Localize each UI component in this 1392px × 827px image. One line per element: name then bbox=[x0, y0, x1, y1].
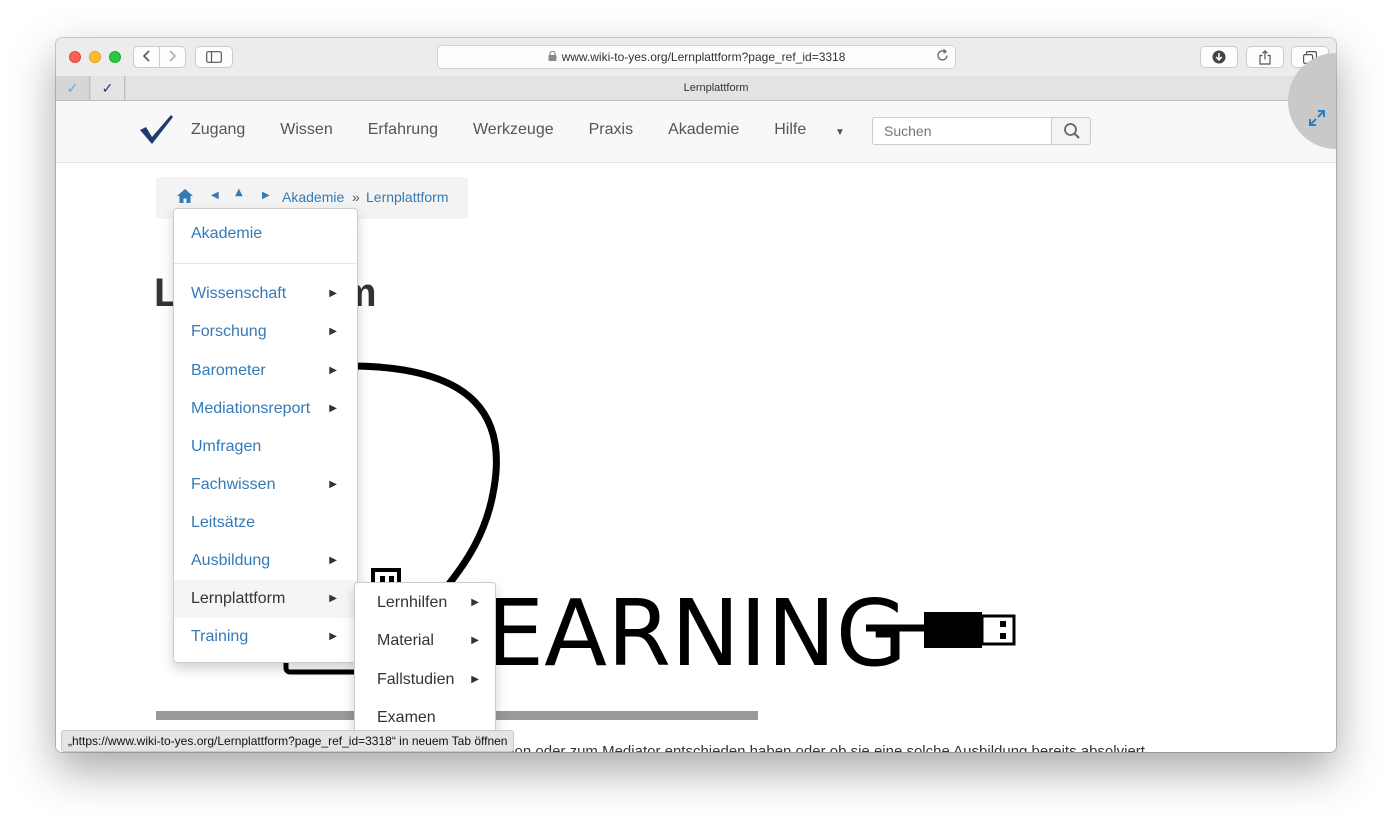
home-icon[interactable] bbox=[176, 188, 194, 209]
caret-right-icon: ▶ bbox=[471, 597, 479, 608]
submenu-item-material[interactable]: Material ▶ bbox=[355, 622, 495, 660]
nav-item-zugang[interactable]: Zugang bbox=[191, 121, 245, 139]
dropdown-item-lernplattform[interactable]: Lernplattform ▶ bbox=[174, 580, 357, 618]
submenu-item-fallstudien[interactable]: Fallstudien ▶ bbox=[355, 661, 495, 699]
submenu-item-lernhilfen[interactable]: Lernhilfen ▶ bbox=[355, 584, 495, 622]
caret-right-icon: ▶ bbox=[329, 479, 337, 490]
breadcrumb-item-akademie[interactable]: Akademie bbox=[282, 189, 344, 205]
search-button[interactable] bbox=[1051, 117, 1091, 145]
pinned-tab[interactable]: ✓ bbox=[56, 76, 90, 100]
dropdown-item-label: Lernplattform bbox=[191, 590, 286, 607]
caret-right-icon: ▶ bbox=[329, 593, 337, 604]
akademie-dropdown-menu: Akademie Wissenschaft ▶ Forschung ▶ Barome… bbox=[173, 208, 358, 663]
reload-icon[interactable] bbox=[936, 48, 949, 65]
checkmark-icon: ✓ bbox=[66, 79, 79, 96]
dropdown-item-fachwissen[interactable]: Fachwissen ▶ bbox=[174, 466, 357, 504]
search-icon bbox=[1064, 123, 1080, 139]
page-content: ◀ ▲ ▶ Akademie » Lernplattform Lrm EARNI… bbox=[56, 163, 1336, 752]
share-button[interactable] bbox=[1246, 46, 1284, 68]
lock-icon bbox=[548, 50, 557, 64]
caret-right-icon: ▶ bbox=[471, 674, 479, 685]
back-icon[interactable] bbox=[134, 49, 159, 65]
tab-bar: ✓ ✓ Lernplattform + bbox=[56, 76, 1336, 101]
checkmark-icon: ✓ bbox=[101, 79, 114, 96]
dropdown-item-label: Wissenschaft bbox=[191, 285, 287, 302]
back-forward-group bbox=[133, 46, 186, 68]
forward-icon[interactable] bbox=[160, 49, 185, 65]
site-logo-checkmark-icon[interactable] bbox=[138, 113, 174, 151]
submenu-item-label: Fallstudien bbox=[377, 671, 455, 688]
dropdown-item-mediationsreport[interactable]: Mediationsreport ▶ bbox=[174, 390, 357, 428]
caret-right-icon[interactable]: ▶ bbox=[262, 190, 270, 201]
pinned-tab-active[interactable]: ✓ bbox=[91, 76, 125, 100]
submenu-item-label: Examen bbox=[377, 709, 436, 726]
dropdown-item-barometer[interactable]: Barometer ▶ bbox=[174, 352, 357, 390]
active-tab-title[interactable]: Lernplattform bbox=[126, 76, 1306, 100]
dropdown-divider bbox=[174, 263, 357, 264]
sidebar-button[interactable] bbox=[195, 46, 233, 68]
download-icon bbox=[1212, 50, 1226, 64]
nav-item-praxis[interactable]: Praxis bbox=[589, 121, 633, 139]
dropdown-item-label: Ausbildung bbox=[191, 552, 271, 569]
dropdown-item-forschung[interactable]: Forschung ▶ bbox=[174, 313, 357, 351]
main-nav: Zugang Wissen Erfahrung Werkzeuge Praxis… bbox=[191, 121, 841, 139]
sidebar-icon bbox=[206, 51, 222, 63]
dropdown-item-label: Mediationsreport bbox=[191, 400, 311, 417]
nav-item-wissen[interactable]: Wissen bbox=[280, 121, 332, 139]
caret-right-icon: ▶ bbox=[329, 631, 337, 642]
caret-right-icon: ▶ bbox=[329, 288, 337, 299]
caret-right-icon: ▶ bbox=[329, 365, 337, 376]
caret-right-icon: ▶ bbox=[471, 635, 479, 646]
url-text: www.wiki-to-yes.org/Lernplattform?page_r… bbox=[561, 50, 846, 64]
caret-down-icon[interactable]: ▼ bbox=[835, 127, 845, 138]
dropdown-item-label: Barometer bbox=[191, 362, 266, 379]
nav-item-akademie[interactable]: Akademie bbox=[668, 121, 739, 139]
caret-right-icon: ▶ bbox=[329, 555, 337, 566]
dropdown-header-akademie[interactable]: Akademie bbox=[174, 215, 357, 253]
dropdown-item-label: Training bbox=[191, 628, 249, 645]
browser-window: www.wiki-to-yes.org/Lernplattform?page_r… bbox=[56, 38, 1336, 752]
breadcrumb-separator: » bbox=[352, 189, 360, 205]
caret-left-icon[interactable]: ◀ bbox=[211, 190, 219, 201]
dropdown-item-label: Umfragen bbox=[191, 438, 262, 455]
nav-item-hilfe[interactable]: Hilfe bbox=[774, 121, 806, 139]
expand-icon[interactable] bbox=[1308, 109, 1326, 131]
address-bar[interactable]: www.wiki-to-yes.org/Lernplattform?page_r… bbox=[437, 45, 956, 69]
zoom-window-button[interactable] bbox=[109, 51, 121, 63]
title-bar: www.wiki-to-yes.org/Lernplattform?page_r… bbox=[56, 38, 1336, 77]
link-status-bar: „https://www.wiki-to-yes.org/Lernplattfo… bbox=[61, 730, 515, 752]
dropdown-item-ausbildung[interactable]: Ausbildung ▶ bbox=[174, 542, 357, 580]
site-header: Zugang Wissen Erfahrung Werkzeuge Praxis… bbox=[56, 53, 1336, 163]
dropdown-item-training[interactable]: Training ▶ bbox=[174, 618, 357, 656]
image-word: EARNING bbox=[486, 580, 907, 687]
share-icon bbox=[1259, 49, 1271, 65]
dropdown-item-label: Fachwissen bbox=[191, 476, 276, 493]
search-input[interactable] bbox=[872, 117, 1052, 145]
caret-right-icon: ▶ bbox=[329, 403, 337, 414]
dropdown-item-umfragen[interactable]: Umfragen bbox=[174, 428, 357, 466]
nav-item-erfahrung[interactable]: Erfahrung bbox=[368, 121, 438, 139]
nav-item-werkzeuge[interactable]: Werkzeuge bbox=[473, 121, 554, 139]
dropdown-item-wissenschaft[interactable]: Wissenschaft ▶ bbox=[174, 275, 357, 313]
caret-right-icon: ▶ bbox=[329, 326, 337, 337]
close-window-button[interactable] bbox=[69, 51, 81, 63]
submenu-item-label: Lernhilfen bbox=[377, 594, 448, 611]
dropdown-item-leitsaetze[interactable]: Leitsätze bbox=[174, 504, 357, 542]
breadcrumb-item-lernplattform[interactable]: Lernplattform bbox=[366, 189, 448, 205]
minimize-window-button[interactable] bbox=[89, 51, 101, 63]
submenu-item-label: Material bbox=[377, 632, 434, 649]
download-button[interactable] bbox=[1200, 46, 1238, 68]
caret-up-icon[interactable]: ▲ bbox=[235, 187, 243, 198]
lernplattform-submenu: Lernhilfen ▶ Material ▶ Fallstudien ▶ Exame… bbox=[354, 582, 496, 752]
dropdown-item-label: Forschung bbox=[191, 323, 267, 340]
dropdown-item-label: Leitsätze bbox=[191, 514, 256, 531]
